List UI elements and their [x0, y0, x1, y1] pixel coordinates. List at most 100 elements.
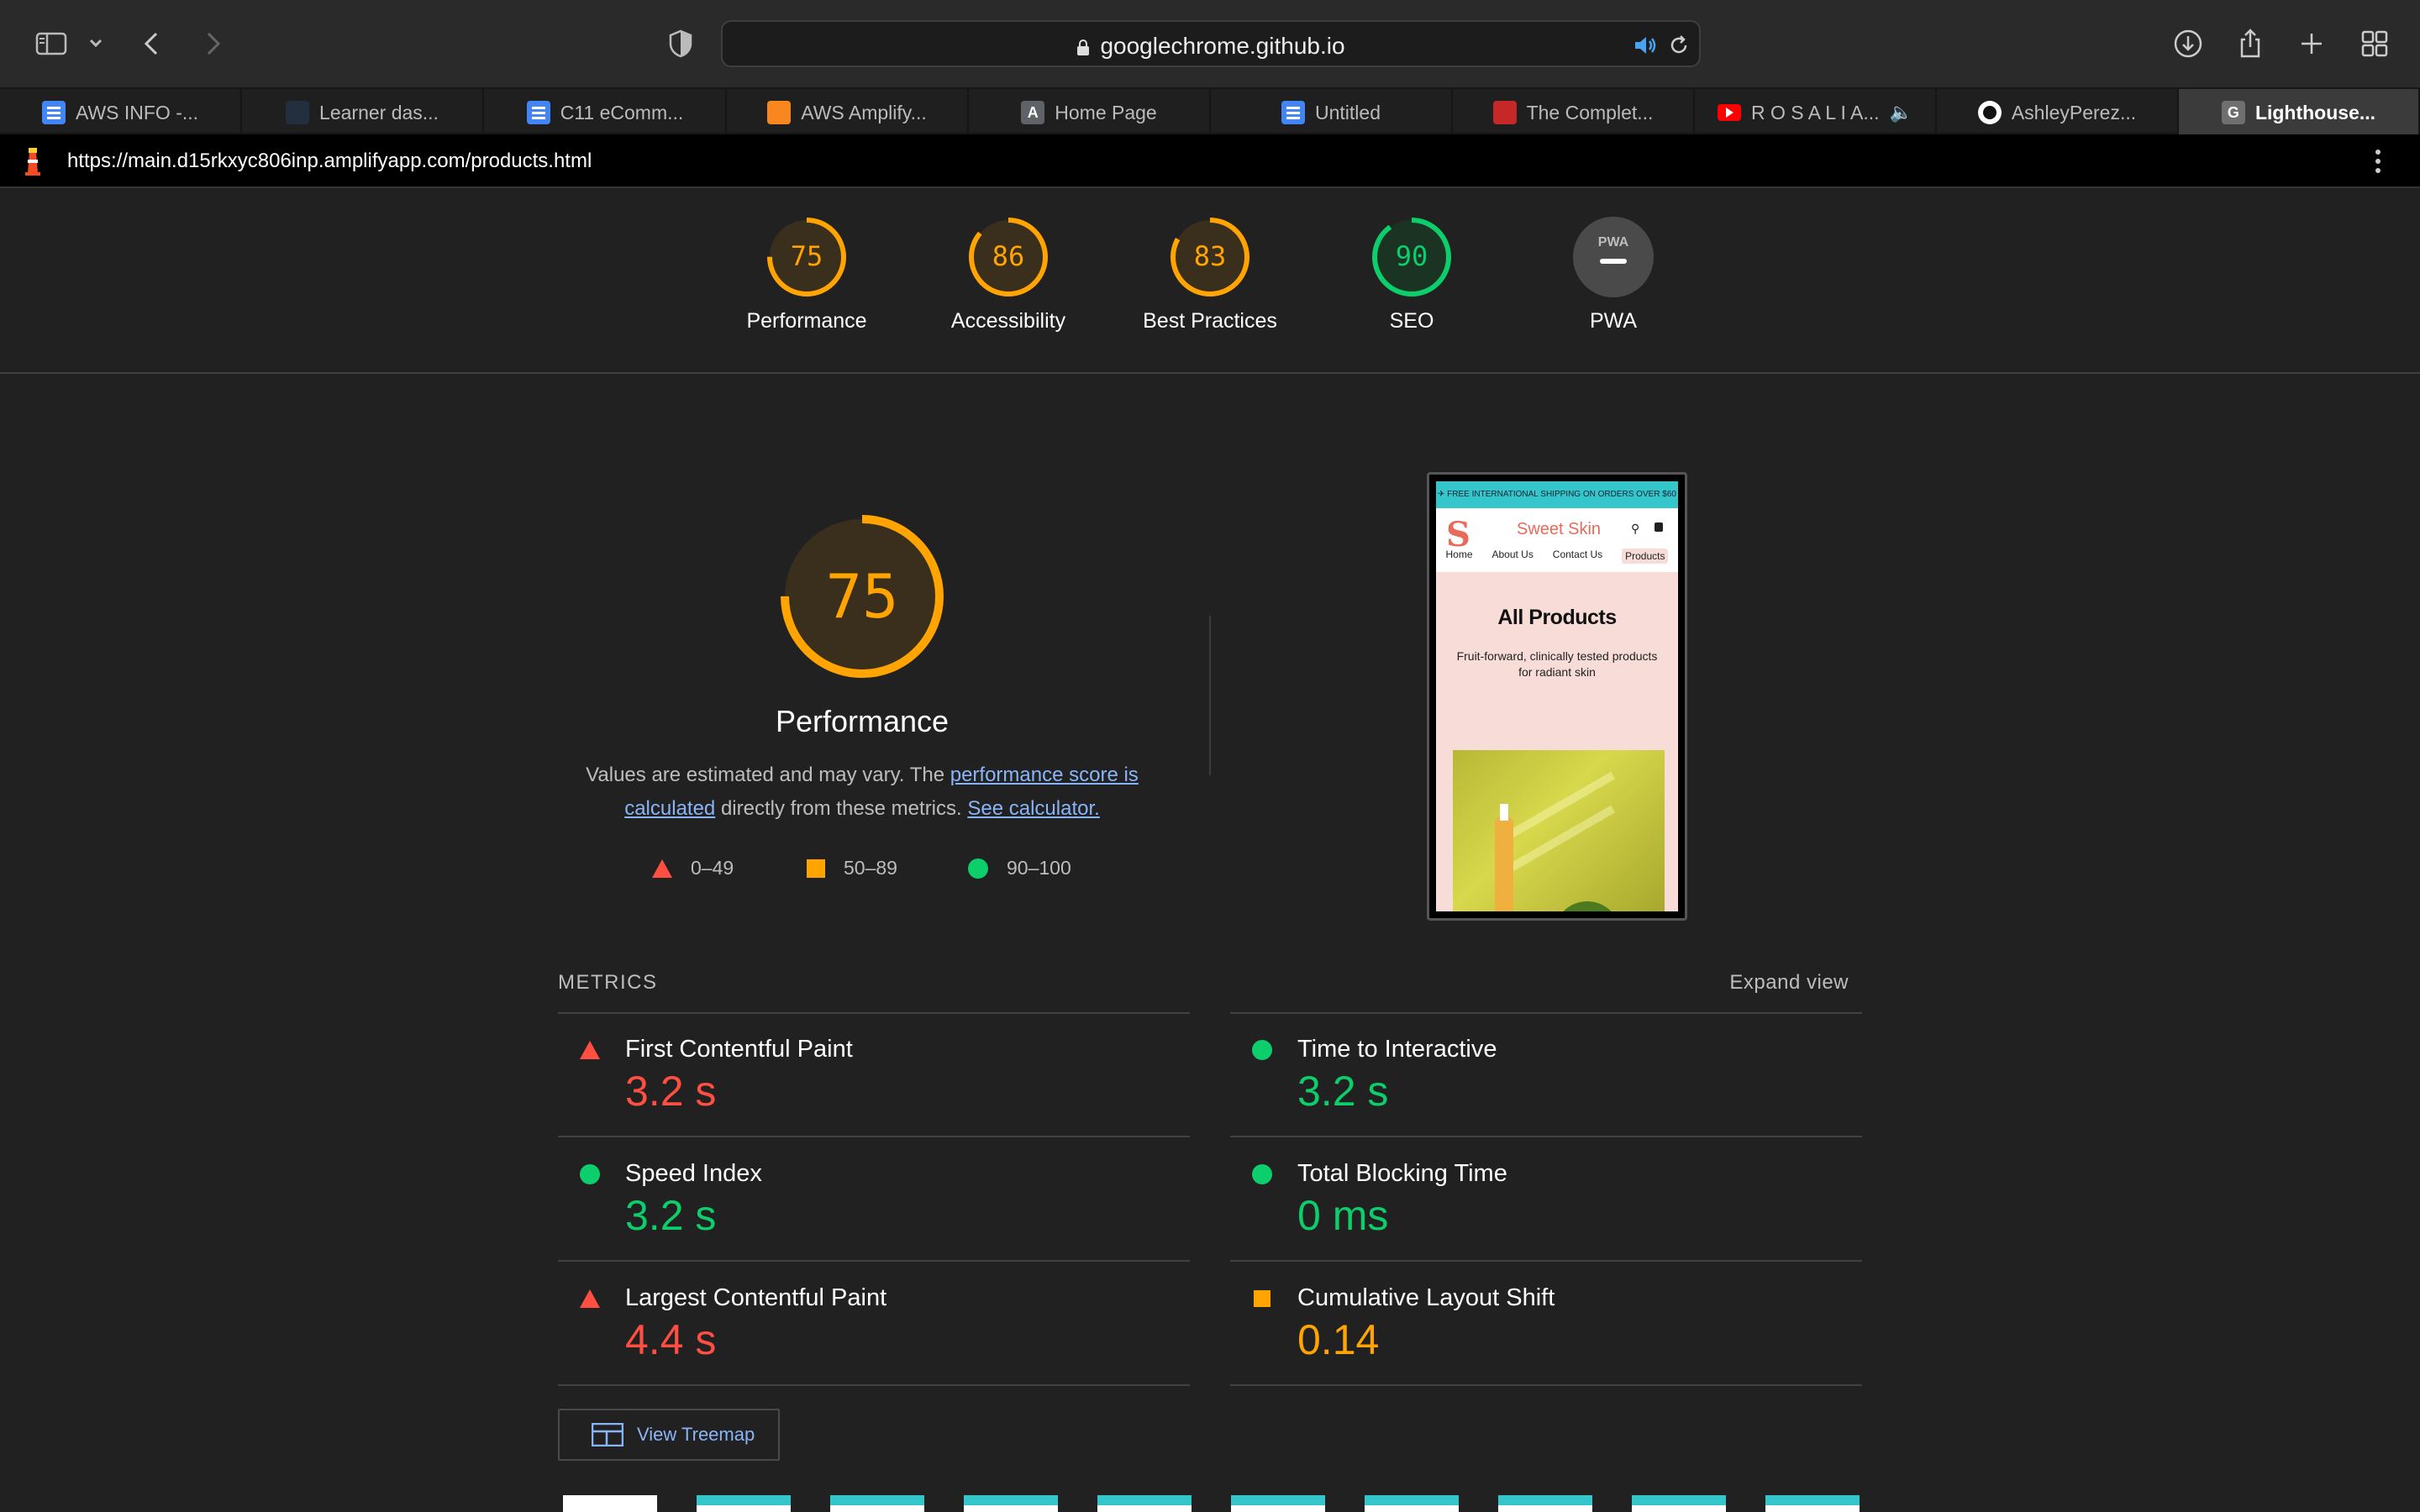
legend-item: 50–89 — [807, 857, 897, 879]
metric-value: 3.2 s — [1297, 1068, 1389, 1115]
mock-nav-item: Home — [1445, 549, 1473, 560]
mock-nav-item: About Us — [1491, 549, 1534, 560]
mock-subtext-2: for radiant skin — [1518, 665, 1596, 679]
sidebar-icon[interactable] — [34, 25, 71, 62]
more-options-icon[interactable] — [2370, 146, 2386, 176]
red-logo-icon — [1492, 101, 1517, 124]
gauge-label: Best Practices — [1143, 309, 1277, 333]
amplify-icon — [767, 101, 792, 124]
filmstrip-frame — [1231, 1495, 1325, 1512]
metric-value: 3.2 s — [625, 1192, 717, 1239]
divider — [558, 1384, 1190, 1386]
tab-label: Lighthouse... — [2254, 101, 2376, 123]
tab-3[interactable]: AWS Amplify... — [727, 89, 969, 136]
aws-icon — [286, 101, 310, 124]
filmstrip-frame — [1097, 1495, 1192, 1512]
filmstrip-frame — [830, 1495, 924, 1512]
reload-icon[interactable] — [1665, 32, 1692, 59]
tab-7[interactable]: R O S A L I A... 🔈 — [1695, 89, 1937, 136]
filmstrip-frame — [964, 1495, 1058, 1512]
tab-1[interactable]: Learner das... — [242, 89, 484, 136]
search-icon: ⚲ — [1631, 522, 1640, 535]
audio-playing-icon[interactable] — [1632, 32, 1659, 59]
github-icon — [1977, 101, 2002, 124]
tab-9[interactable]: G Lighthouse... — [2179, 89, 2420, 136]
pwa-icon: PWA — [1573, 217, 1654, 297]
gauge-performance[interactable]: 75 Performance — [706, 215, 908, 333]
tab-4[interactable]: A Home Page — [969, 89, 1211, 136]
mock-nav: Home About Us Contact Us Products — [1436, 549, 1678, 564]
gauge-seo[interactable]: 90 SEO — [1311, 215, 1512, 333]
divider — [558, 1260, 1190, 1262]
expand-view-button[interactable]: Expand view — [1654, 971, 1849, 995]
tab-label: AWS INFO -... — [75, 101, 199, 123]
share-icon[interactable] — [2232, 25, 2269, 62]
mock-heading: All Products — [1497, 606, 1617, 629]
divider — [1230, 1384, 1862, 1386]
metric-name: Largest Contentful Paint — [625, 1284, 887, 1311]
letter-g-icon: G — [2221, 101, 2245, 124]
tab-5[interactable]: Untitled — [1211, 89, 1453, 136]
score-calculated-link-2[interactable]: calculated — [624, 797, 715, 820]
performance-title: Performance — [775, 704, 950, 738]
filmstrip-frame — [1765, 1495, 1860, 1512]
tab-label: Learner das... — [319, 101, 439, 123]
view-treemap-label: View Treemap — [637, 1424, 755, 1445]
back-icon[interactable] — [134, 25, 171, 62]
view-treemap-button[interactable]: View Treemap — [558, 1409, 780, 1461]
gauge-best-practices[interactable]: 83 Best Practices — [1109, 215, 1311, 333]
divider — [1230, 1012, 1862, 1014]
legend-range: 50–89 — [844, 857, 897, 879]
gauge-pwa[interactable]: PWA PWA — [1512, 215, 1714, 333]
metric-value: 4.4 s — [625, 1316, 717, 1363]
fail-triangle-icon — [580, 1289, 600, 1308]
lock-icon — [1077, 39, 1090, 55]
metric-value: 0.14 — [1297, 1316, 1380, 1363]
address-text: googlechrome.github.io — [1100, 33, 1345, 59]
legend-range: 90–100 — [1007, 857, 1071, 879]
docs-icon — [1281, 101, 1305, 124]
see-calculator-link[interactable]: See calculator. — [967, 797, 1099, 820]
pwa-badge-text: PWA — [1598, 235, 1629, 249]
tab-label: Home Page — [1055, 101, 1157, 123]
metric-name: First Contentful Paint — [625, 1036, 853, 1063]
forward-icon[interactable] — [193, 25, 230, 62]
legend-range: 0–49 — [691, 857, 734, 879]
metric-name: Time to Interactive — [1297, 1036, 1497, 1063]
privacy-shield-icon[interactable] — [662, 25, 699, 62]
filmstrip-frame — [1365, 1495, 1459, 1512]
address-bar[interactable]: googlechrome.github.io — [721, 20, 1701, 67]
shipping-banner: ✈ FREE INTERNATIONAL SHIPPING ON ORDERS … — [1436, 481, 1678, 508]
speaker-icon[interactable]: 🔈 — [1890, 102, 1912, 123]
letter-a-icon: A — [1021, 101, 1045, 124]
docs-icon — [526, 101, 550, 124]
lighthouse-icon — [22, 146, 44, 176]
bag-icon — [1655, 522, 1663, 532]
gauge-score: 83 — [1194, 240, 1227, 272]
tab-2[interactable]: C11 eComm... — [485, 89, 727, 136]
chevron-down-icon[interactable] — [77, 25, 114, 62]
treemap-icon — [592, 1423, 623, 1446]
gauge-score: 90 — [1396, 240, 1428, 272]
performance-score: 75 — [825, 561, 899, 632]
tab-overview-icon[interactable] — [2356, 25, 2393, 62]
metric-name: Total Blocking Time — [1297, 1160, 1507, 1187]
pass-circle-icon — [580, 1164, 600, 1184]
tab-6[interactable]: The Complet... — [1453, 89, 1695, 136]
pass-circle-icon — [1252, 1040, 1272, 1060]
gauge-accessibility[interactable]: 86 Accessibility — [908, 215, 1109, 333]
tab-bar: AWS INFO -... Learner das... C11 eComm... A… — [0, 87, 2420, 136]
score-calculated-link[interactable]: performance score is — [950, 764, 1139, 786]
mock-subtext: Fruit-forward, clinically tested product… — [1456, 649, 1658, 663]
tab-8[interactable]: AshleyPerez... — [1937, 89, 2179, 136]
filmstrip-frame — [563, 1495, 657, 1512]
tab-label: Untitled — [1315, 101, 1381, 123]
new-tab-icon[interactable] — [2293, 25, 2330, 62]
downloads-icon[interactable] — [2170, 25, 2207, 62]
tab-label: C11 eComm... — [560, 101, 684, 123]
divider — [0, 372, 2420, 374]
tab-0[interactable]: AWS INFO -... — [0, 89, 242, 136]
tab-label: The Complet... — [1526, 101, 1654, 123]
filmstrip-frame — [697, 1495, 791, 1512]
youtube-icon — [1718, 104, 1742, 121]
